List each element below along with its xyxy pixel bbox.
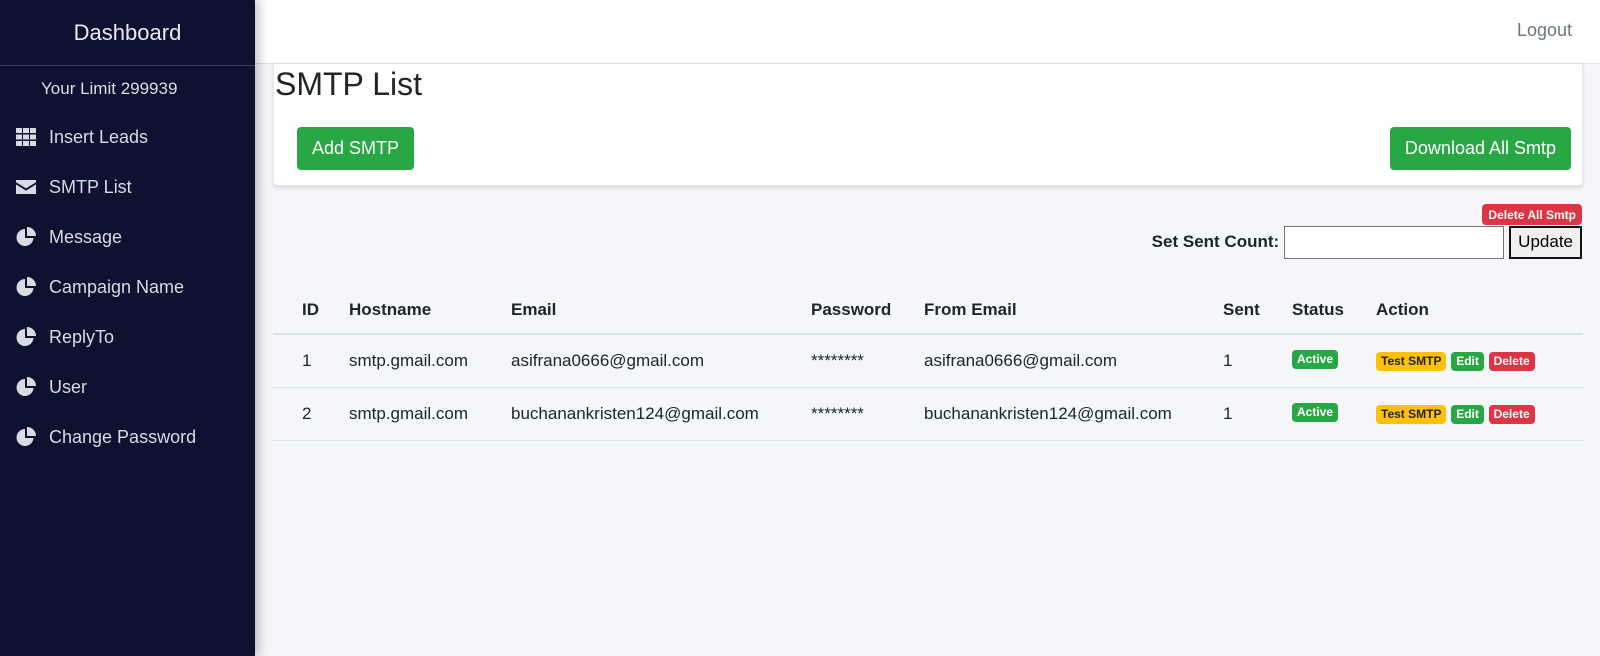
header-card: SMTP List Add SMTP Download All Smtp <box>273 64 1583 186</box>
pie-chart-icon <box>15 326 37 348</box>
sidebar-item-label: ReplyTo <box>49 326 115 347</box>
envelope-icon <box>15 176 37 198</box>
column-header-sent: Sent <box>1223 286 1292 335</box>
smtp-table: ID Hostname Email Password From Email Se… <box>273 286 1583 441</box>
cell-password: ******** <box>811 334 924 388</box>
edit-button[interactable]: Edit <box>1451 405 1484 424</box>
cell-actions: Test SMTP Edit Delete <box>1376 334 1583 388</box>
sidebar-item-replyto[interactable]: ReplyTo <box>0 312 255 362</box>
sidebar-item-label: Change Password <box>49 426 197 447</box>
column-header-password: Password <box>811 286 924 335</box>
delete-button[interactable]: Delete <box>1488 405 1535 424</box>
pie-chart-icon <box>15 226 37 248</box>
sidebar-item-campaign-name[interactable]: Campaign Name <box>0 262 255 312</box>
top-navbar: Logout <box>255 0 1600 64</box>
cell-status: Active <box>1292 387 1376 441</box>
sidebar-item-label: User <box>49 376 88 397</box>
logout-link[interactable]: Logout <box>1517 20 1572 41</box>
cell-status: Active <box>1292 334 1376 388</box>
cell-id: 2 <box>273 387 349 441</box>
column-header-id: ID <box>273 286 349 335</box>
column-header-email: Email <box>511 286 811 335</box>
column-header-action: Action <box>1376 286 1583 335</box>
table-row: 2 smtp.gmail.com buchanankristen124@gmai… <box>273 387 1583 441</box>
cell-actions: Test SMTP Edit Delete <box>1376 387 1583 441</box>
usage-limit: Your Limit 299939 <box>41 79 178 98</box>
cell-from-email: asifrana0666@gmail.com <box>924 334 1223 388</box>
add-smtp-button[interactable]: Add SMTP <box>297 127 415 170</box>
test-smtp-button[interactable]: Test SMTP <box>1376 405 1447 424</box>
sent-count-form: Set Sent Count: Update <box>1152 225 1582 259</box>
column-header-from-email: From Email <box>924 286 1223 335</box>
sidebar-item-message[interactable]: Message <box>0 212 255 262</box>
delete-button[interactable]: Delete <box>1488 352 1535 372</box>
edit-button[interactable]: Edit <box>1451 352 1484 372</box>
sidebar-item-label: Campaign Name <box>49 276 185 297</box>
table-header-row: ID Hostname Email Password From Email Se… <box>273 286 1583 335</box>
pie-chart-icon <box>15 376 37 398</box>
cell-password: ******** <box>811 387 924 441</box>
pie-chart-icon <box>15 276 37 298</box>
status-badge: Active <box>1292 350 1339 370</box>
cell-sent: 1 <box>1223 334 1292 388</box>
test-smtp-button[interactable]: Test SMTP <box>1376 352 1447 372</box>
cell-from-email: buchanankristen124@gmail.com <box>924 387 1223 441</box>
sidebar-item-user[interactable]: User <box>0 362 255 412</box>
cell-hostname: smtp.gmail.com <box>349 334 511 388</box>
delete-all-smtp-button[interactable]: Delete All Smtp <box>1482 204 1582 225</box>
sent-count-label: Set Sent Count: <box>1151 232 1280 251</box>
cell-email: asifrana0666@gmail.com <box>511 334 811 388</box>
sidebar-item-label: SMTP List <box>49 176 132 197</box>
pie-chart-icon <box>15 426 37 448</box>
column-header-hostname: Hostname <box>349 286 511 335</box>
grid-icon <box>15 126 37 148</box>
status-badge: Active <box>1292 403 1339 422</box>
sidebar-item-insert-leads[interactable]: Insert Leads <box>0 112 255 162</box>
sidebar-item-label: Message <box>49 226 123 247</box>
cell-id: 1 <box>273 334 349 388</box>
sidebar-item-smtp-list[interactable]: SMTP List <box>0 162 255 212</box>
sidebar-item-change-password[interactable]: Change Password <box>0 412 255 462</box>
page-title: SMTP List <box>275 66 422 102</box>
download-all-smtp-button[interactable]: Download All Smtp <box>1389 127 1571 170</box>
sidebar: Dashboard Your Limit 299939 Insert Leads… <box>0 0 255 656</box>
cell-email: buchanankristen124@gmail.com <box>511 387 811 441</box>
cell-sent: 1 <box>1223 387 1292 441</box>
cell-hostname: smtp.gmail.com <box>349 387 511 441</box>
column-header-status: Status <box>1292 286 1376 335</box>
sidebar-brand[interactable]: Dashboard <box>0 0 255 66</box>
update-button[interactable]: Update <box>1509 225 1582 259</box>
table-row: 1 smtp.gmail.com asifrana0666@gmail.com … <box>273 334 1583 388</box>
sent-count-input[interactable] <box>1284 225 1505 259</box>
sidebar-item-label: Insert Leads <box>49 126 149 147</box>
